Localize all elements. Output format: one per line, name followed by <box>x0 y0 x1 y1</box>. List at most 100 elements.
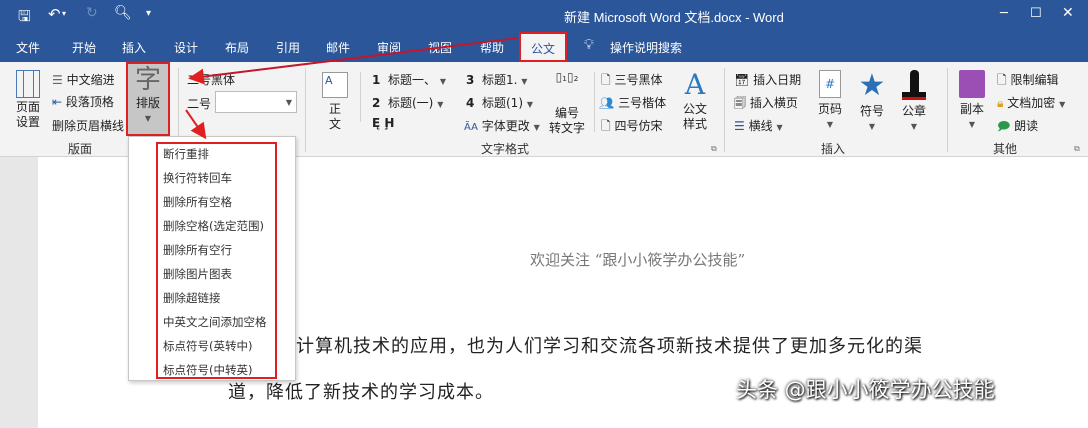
heading-4-button[interactable]: 4 标题(1) ▼ <box>466 94 533 111</box>
menu-item-linebreak-to-enter[interactable]: 换行符转回车 <box>163 170 232 186</box>
heading-3-button[interactable]: 3 标题1. ▼ <box>466 71 527 88</box>
typeset-icon: 字 <box>134 65 161 95</box>
body-text-label-2: 文 <box>328 117 341 131</box>
tell-me-search[interactable]: 操作说明搜索 <box>610 39 682 56</box>
ribbon-tabs: 文件 开始 插入 设计 布局 引用 邮件 审阅 视图 帮助 公文 💡︎ 操作说明… <box>0 30 1088 62</box>
menu-item-punct-cn-to-en[interactable]: 标点符号(中转英) <box>163 362 252 378</box>
tab-help[interactable]: 帮助 <box>480 39 504 56</box>
chinese-indent-button[interactable]: ☰ 中文缩进 <box>52 71 115 88</box>
restrict-editing-label: 限制编辑 <box>1010 73 1059 87</box>
insert-landscape-button[interactable]: 🗐 插入横页 <box>734 94 798 115</box>
tab-gongwen[interactable]: 公文 <box>519 32 567 62</box>
font-name[interactable]: 二号黑体 <box>187 71 235 88</box>
page-number-button[interactable]: # 页码 ▼ <box>814 70 846 132</box>
page-setup-icon <box>16 70 40 98</box>
group-label-other: 其他 <box>993 142 1018 156</box>
page-setup-label-2: 设置 <box>15 115 40 129</box>
chevron-down-icon: ▼ <box>533 123 540 132</box>
redo-icon[interactable]: ↻ <box>86 5 98 21</box>
typeset-button[interactable]: 字 排版 ▼ <box>126 62 170 136</box>
eh-button[interactable]: Ę Ḩ <box>372 116 394 130</box>
chevron-down-icon: ▼ <box>521 77 528 86</box>
menu-item-delete-images[interactable]: 删除图片图表 <box>163 266 232 282</box>
body-text-button[interactable]: A 正 文 <box>318 72 352 132</box>
style-kaiti-button[interactable]: 👥︎ 三号楷体 <box>599 94 666 111</box>
heading-2-num: 2 <box>372 96 381 110</box>
tab-view[interactable]: 视图 <box>428 39 452 56</box>
seal-label: 公章 <box>901 104 926 118</box>
dialog-launcher-icon[interactable]: ⧉ <box>1074 144 1080 154</box>
insert-landscape-label: 插入横页 <box>749 96 798 110</box>
close-icon[interactable]: ✕ <box>1062 5 1074 21</box>
menu-item-delete-all-spaces[interactable]: 删除所有空格 <box>163 194 232 210</box>
minimize-icon[interactable]: ─ <box>1000 6 1008 21</box>
window-title: 新建 Microsoft Word 文档.docx - Word <box>564 10 784 25</box>
style-fangsong-button[interactable]: 🗋 四号仿宋 <box>601 117 663 138</box>
style-kaiti-label: 三号楷体 <box>618 96 667 110</box>
tab-review[interactable]: 审阅 <box>377 39 401 56</box>
undo-dropdown-icon[interactable]: ▾ <box>62 9 66 18</box>
chevron-down-icon: ▼ <box>776 123 783 132</box>
chevron-down-icon: ▼ <box>526 100 533 109</box>
menu-item-reflow-lines[interactable]: 断行重排 <box>163 146 209 162</box>
style-fangsong-label: 四号仿宋 <box>614 119 663 133</box>
numbering-to-text-button[interactable]: ▯₁▯₂ 编号 转文字 <box>547 70 587 136</box>
font-change-button[interactable]: ÃA 字体更改 ▼ <box>464 117 540 134</box>
insert-date-label: 插入日期 <box>753 73 802 87</box>
tab-layout[interactable]: 布局 <box>225 39 249 56</box>
numbering-label-1: 编号 <box>554 106 579 120</box>
insert-date-button[interactable]: 📅︎ 插入日期 <box>734 71 801 88</box>
title-bar: 🖫 ↶ ▾ ↻ 🔍︎ ▾ 新建 Microsoft Word 文档.docx -… <box>0 0 1088 30</box>
official-style-button[interactable]: A 公文 样式 <box>676 68 714 132</box>
tab-references[interactable]: 引用 <box>276 39 300 56</box>
customize-qat-icon[interactable]: ▾ <box>146 8 151 19</box>
tab-home[interactable]: 开始 <box>72 39 96 56</box>
menu-item-delete-hyperlinks[interactable]: 删除超链接 <box>163 290 221 306</box>
chevron-down-icon: ▼ <box>144 114 152 123</box>
tab-design[interactable]: 设计 <box>174 39 198 56</box>
horizontal-line-label: 横线 <box>748 119 773 133</box>
menu-item-delete-empty-lines[interactable]: 删除所有空行 <box>163 242 232 258</box>
tab-file[interactable]: 文件 <box>16 39 40 56</box>
tab-mailings[interactable]: 邮件 <box>326 39 350 56</box>
tab-insert[interactable]: 插入 <box>122 39 146 56</box>
heading-2-label: 标题(一) <box>388 96 434 110</box>
page-number-icon: # <box>819 70 841 98</box>
indent-icon: ☰ <box>52 73 63 87</box>
font-size-label: 二号 <box>187 97 212 111</box>
maximize-icon[interactable]: ☐ <box>1030 6 1042 21</box>
menu-item-add-cjk-latin-space[interactable]: 中英文之间添加空格 <box>163 314 267 330</box>
heading-1-button[interactable]: 1 标题一、 ▼ <box>372 71 446 88</box>
menu-item-delete-spaces-selection[interactable]: 删除空格(选定范围) <box>163 218 264 234</box>
paragraph-top-button[interactable]: ⇤ 段落顶格 <box>52 93 114 110</box>
copy-button[interactable]: 副本 ▼ <box>955 70 989 132</box>
restrict-editing-button[interactable]: 🗋 限制编辑 <box>997 71 1059 92</box>
page-setup-button[interactable]: 页面 设置 <box>10 70 46 130</box>
doc-line-1: 时，计算机技术的应用，也为人们学习和交流各项新技术提供了更加多元化的渠 <box>258 336 923 357</box>
symbol-button[interactable]: ★ 符号 ▼ <box>856 68 888 134</box>
horizontal-line-button[interactable]: ☰ 横线 ▼ <box>734 117 783 134</box>
separator <box>360 72 361 122</box>
heading-4-label: 标题(1) <box>482 96 523 110</box>
seal-button[interactable]: 公章 ▼ <box>898 68 930 134</box>
encrypt-button[interactable]: 🔒︎ 文档加密 ▼ <box>997 94 1065 111</box>
font-size-select[interactable]: ▼ <box>215 91 297 113</box>
lightbulb-icon: 💡︎ <box>584 37 594 53</box>
read-aloud-button[interactable]: 🗩 朗读 <box>997 117 1038 138</box>
print-preview-icon[interactable]: 🔍︎ <box>114 5 132 21</box>
delete-header-line-button[interactable]: 删除页眉横线 <box>52 117 124 134</box>
doc-line-2: 道，降低了新技术的学习成本。 <box>228 382 494 403</box>
star-icon: ★ <box>858 68 886 103</box>
dialog-launcher-icon[interactable]: ⧉ <box>711 144 717 154</box>
save-icon[interactable]: 🖫 <box>18 6 31 31</box>
typeset-label: 排版 <box>135 96 160 110</box>
group-label-layout: 版面 <box>68 142 93 156</box>
heading-2-button[interactable]: 2 标题(一) ▼ <box>372 94 443 111</box>
body-text-label-1: 正 <box>328 102 341 116</box>
menu-item-punct-en-to-cn[interactable]: 标点符号(英转中) <box>163 338 252 354</box>
undo-icon[interactable]: ↶ <box>48 5 61 23</box>
numbering-label-2: 转文字 <box>548 121 585 135</box>
lock-document-icon: 🗋 <box>997 73 1007 87</box>
chevron-down-icon: ▼ <box>910 122 918 131</box>
style-heiti-button[interactable]: 🗋 三号黑体 <box>601 71 663 92</box>
